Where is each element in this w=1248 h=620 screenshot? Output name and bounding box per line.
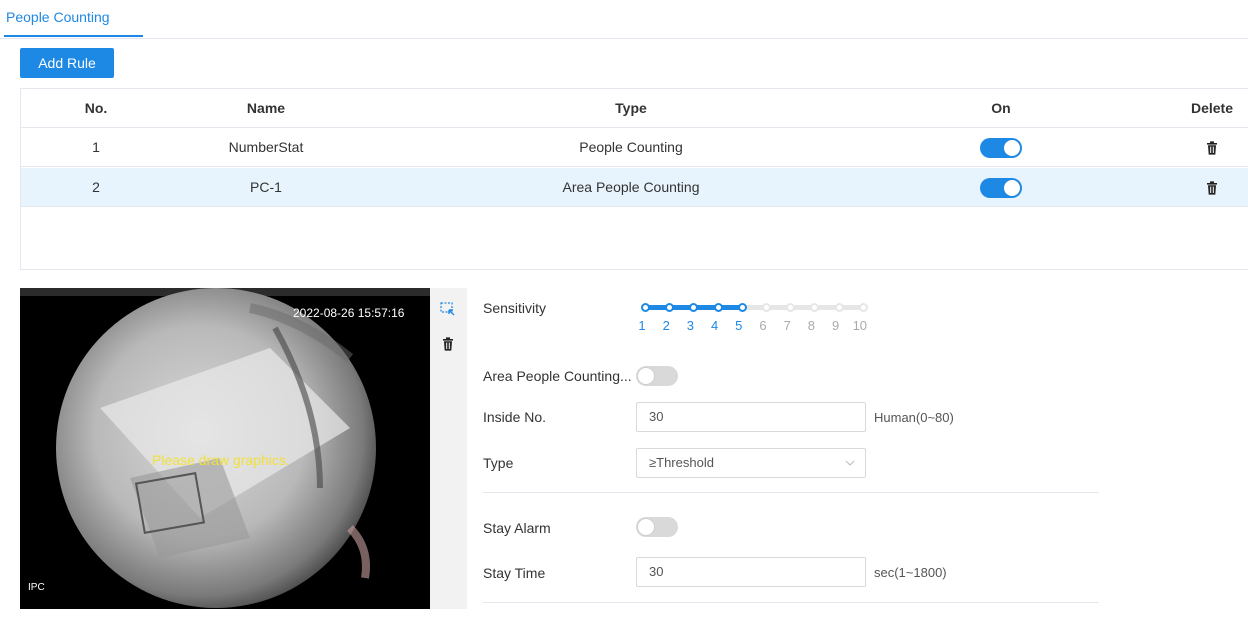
slider-step-dot[interactable] bbox=[737, 303, 747, 312]
row-no: 1 bbox=[92, 139, 100, 155]
area-people-counting-label: Area People Counting... bbox=[483, 368, 632, 384]
stay-time-input[interactable]: 30 bbox=[636, 557, 866, 587]
inside-no-input[interactable]: 30 bbox=[636, 402, 866, 432]
table-row[interactable]: 1 NumberStat People Counting bbox=[21, 128, 1248, 167]
type-select-value: ≥Threshold bbox=[649, 455, 714, 470]
column-header-type: Type bbox=[615, 100, 647, 116]
slider-step-dot[interactable] bbox=[665, 303, 675, 312]
slider-step-label: 7 bbox=[783, 318, 791, 333]
slider-step-label: 5 bbox=[735, 318, 743, 333]
toggle-knob bbox=[638, 368, 654, 384]
slider-step-label: 4 bbox=[710, 318, 719, 333]
slider-step-label: 1 bbox=[638, 318, 646, 333]
slider-step-dot[interactable] bbox=[713, 303, 723, 312]
trash-icon[interactable] bbox=[1206, 181, 1218, 195]
stay-alarm-label: Stay Alarm bbox=[483, 520, 551, 536]
column-header-no: No. bbox=[84, 100, 108, 116]
draw-hint-text: Please draw graphics. bbox=[152, 452, 290, 468]
add-rule-button[interactable]: Add Rule bbox=[20, 48, 114, 78]
sensitivity-slider[interactable] bbox=[641, 303, 869, 312]
table-header: No. Name Type On Delete bbox=[21, 89, 1248, 128]
slider-step-dot[interactable] bbox=[786, 303, 796, 312]
slider-step-dot[interactable] bbox=[762, 303, 771, 312]
slider-step-label: 6 bbox=[759, 318, 767, 333]
select-area-icon[interactable] bbox=[440, 301, 456, 317]
column-header-delete: Delete bbox=[1190, 100, 1234, 116]
row-name: PC-1 bbox=[250, 179, 282, 195]
trash-icon[interactable] bbox=[442, 337, 454, 351]
channel-label: IPC bbox=[28, 582, 45, 593]
slider-step-label: 10 bbox=[852, 318, 868, 333]
rule-enable-toggle[interactable] bbox=[980, 138, 1022, 159]
row-on-cell bbox=[901, 128, 1101, 166]
toggle-knob bbox=[638, 519, 654, 535]
video-preview[interactable]: 2022-08-26 15:57:16 Please draw graphics… bbox=[20, 288, 430, 609]
chevron-down-icon bbox=[845, 460, 855, 466]
row-type: Area People Counting bbox=[562, 179, 700, 195]
type-label: Type bbox=[483, 455, 514, 471]
row-name: NumberStat bbox=[228, 139, 304, 155]
column-header-name: Name bbox=[246, 100, 286, 116]
slider-step-dot[interactable] bbox=[858, 303, 868, 312]
slider-step-dot[interactable] bbox=[641, 303, 650, 312]
toggle-knob bbox=[1004, 180, 1020, 197]
row-delete-cell bbox=[1101, 168, 1248, 206]
inside-no-label: Inside No. bbox=[483, 409, 547, 425]
area-people-counting-toggle[interactable] bbox=[636, 366, 678, 386]
section-divider bbox=[483, 492, 1099, 493]
slider-step-label: 8 bbox=[807, 318, 815, 333]
tab-bar: People Counting bbox=[0, 0, 1248, 39]
drawing-tools bbox=[430, 288, 467, 609]
tab-people-counting[interactable]: People Counting bbox=[6, 9, 110, 25]
trash-icon[interactable] bbox=[1206, 141, 1218, 155]
stay-alarm-toggle[interactable] bbox=[636, 517, 678, 537]
stay-time-unit: sec(1~1800) bbox=[874, 565, 947, 580]
slider-step-dot[interactable] bbox=[810, 303, 820, 312]
inside-no-unit: Human(0~80) bbox=[874, 410, 954, 425]
stay-time-label: Stay Time bbox=[483, 565, 546, 581]
active-tab-indicator bbox=[4, 35, 143, 37]
slider-step-label: 2 bbox=[662, 318, 670, 333]
slider-step-label: 3 bbox=[686, 318, 694, 333]
slider-step-label: 9 bbox=[831, 318, 840, 333]
fisheye-image bbox=[56, 288, 376, 608]
row-on-cell bbox=[901, 168, 1101, 206]
row-type: People Counting bbox=[579, 139, 683, 155]
rule-table: No. Name Type On Delete 1 NumberStat Peo… bbox=[20, 88, 1248, 270]
section-divider bbox=[483, 602, 1099, 603]
sensitivity-label: Sensitivity bbox=[483, 300, 547, 316]
row-no: 2 bbox=[92, 179, 100, 195]
table-row[interactable]: 2 PC-1 Area People Counting bbox=[21, 168, 1248, 207]
column-header-on: On bbox=[991, 100, 1011, 116]
rule-enable-toggle[interactable] bbox=[980, 178, 1022, 199]
row-delete-cell bbox=[1101, 128, 1248, 166]
video-timestamp: 2022-08-26 15:57:16 bbox=[293, 306, 405, 320]
toggle-knob bbox=[1004, 140, 1020, 157]
type-select[interactable]: ≥Threshold bbox=[636, 448, 866, 478]
slider-step-dot[interactable] bbox=[689, 303, 699, 312]
slider-step-dot[interactable] bbox=[834, 303, 844, 312]
